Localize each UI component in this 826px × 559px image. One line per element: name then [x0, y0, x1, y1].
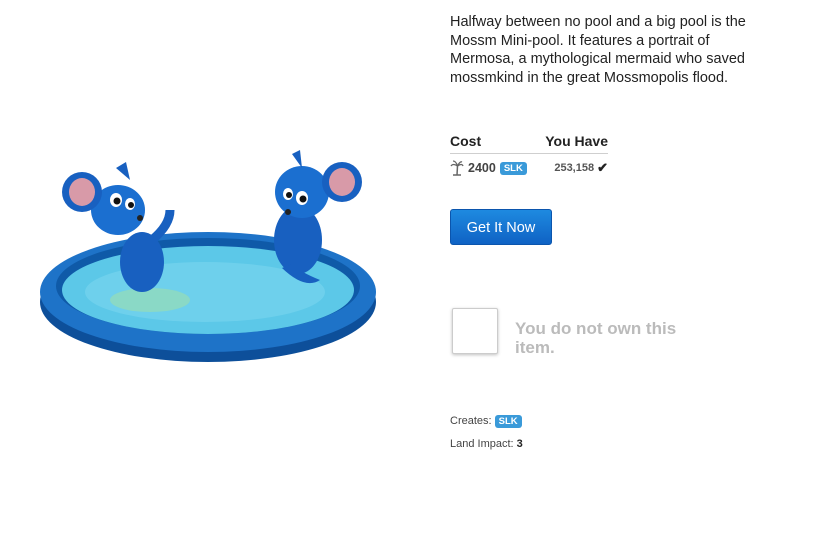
- cost-value: 2400: [468, 161, 496, 175]
- price-row: 2400 SLK 253,158 ✔: [450, 160, 608, 176]
- land-impact-row: Land Impact: 3: [450, 438, 523, 450]
- checkmark-icon: ✔: [597, 160, 608, 175]
- ownership-thumbnail: [452, 308, 498, 354]
- price-header: Cost You Have: [450, 133, 608, 154]
- cost-header: Cost: [450, 133, 482, 149]
- you-have-cell: 253,158 ✔: [554, 160, 608, 176]
- cost-cell: 2400 SLK: [450, 160, 527, 176]
- ownership-status: You do not own this item.: [452, 308, 715, 357]
- currency-badge: SLK: [499, 161, 527, 175]
- palm-tree-icon: [450, 160, 464, 176]
- land-impact-value: 3: [516, 438, 523, 450]
- creates-row: Creates: SLK: [450, 415, 522, 428]
- item-description: Halfway between no pool and a big pool i…: [450, 14, 746, 86]
- you-have-value: 253,158: [554, 162, 595, 174]
- creates-currency-badge: SLK: [494, 415, 522, 428]
- item-preview-image: [40, 150, 376, 362]
- get-it-now-button[interactable]: Get It Now: [450, 209, 552, 245]
- land-impact-label: Land Impact:: [450, 438, 514, 450]
- you-have-header: You Have: [545, 133, 608, 149]
- price-table: Cost You Have 2400 SLK 253,158 ✔: [450, 133, 608, 176]
- ownership-message: You do not own this item.: [515, 319, 677, 357]
- creates-label: Creates:: [450, 415, 492, 427]
